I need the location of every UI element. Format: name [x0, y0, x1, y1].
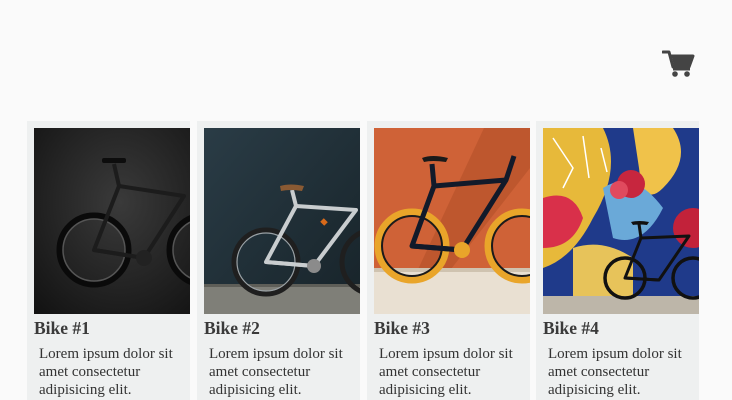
product-description: Lorem ipsum dolor sit amet consectetur a…: [209, 346, 343, 398]
product-card[interactable]: Bike #1 Lorem ipsum dolor sit amet conse…: [27, 121, 190, 400]
bike-photo-orange-wall: [374, 128, 530, 314]
product-image: [543, 128, 699, 314]
product-title: Bike #4: [543, 318, 599, 338]
bike-photo-dark: [34, 128, 190, 314]
product-title: Bike #2: [204, 318, 260, 338]
product-grid: Bike #1 Lorem ipsum dolor sit amet conse…: [27, 121, 699, 400]
product-title: Bike #1: [34, 318, 90, 338]
product-title: Bike #3: [374, 318, 430, 338]
product-card[interactable]: Bike #3 Lorem ipsum dolor sit amet conse…: [367, 121, 530, 400]
product-image: [374, 128, 530, 314]
product-description: Lorem ipsum dolor sit amet consectetur a…: [379, 346, 513, 398]
product-card[interactable]: Bike #2 Lorem ipsum dolor sit amet conse…: [197, 121, 360, 400]
product-card[interactable]: Bike #4 Lorem ipsum dolor sit amet conse…: [536, 121, 699, 400]
cart-button[interactable]: [662, 48, 696, 78]
product-image: [204, 128, 360, 314]
bike-photo-mural: [543, 128, 699, 314]
shop-page: Bike #1 Lorem ipsum dolor sit amet conse…: [0, 0, 732, 400]
bike-photo-silver: [204, 128, 360, 314]
shopping-cart-icon: [662, 50, 695, 77]
product-description: Lorem ipsum dolor sit amet consectetur a…: [39, 346, 173, 398]
product-image: [34, 128, 190, 314]
product-description: Lorem ipsum dolor sit amet consectetur a…: [548, 346, 682, 398]
